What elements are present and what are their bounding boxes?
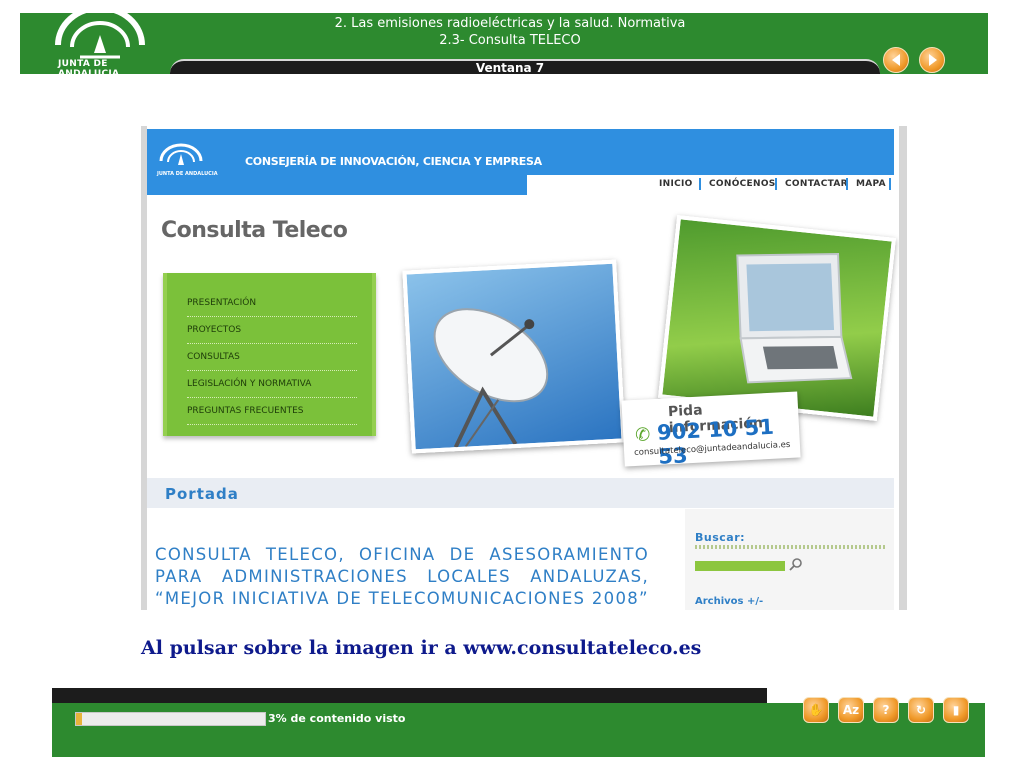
glossary-button[interactable]: Az bbox=[838, 697, 864, 723]
hand-button[interactable]: ✋ bbox=[803, 697, 829, 723]
progress-bar bbox=[75, 712, 266, 726]
window-tab: Ventana 7 bbox=[170, 59, 880, 74]
website-page-title: Consulta Teleco bbox=[161, 218, 348, 243]
website-header: JUNTA DE ANDALUCIA CONSEJERÍA DE INNOVAC… bbox=[147, 129, 894, 197]
help-icon: ? bbox=[882, 703, 890, 717]
section-bar bbox=[147, 478, 894, 508]
search-divider bbox=[695, 545, 885, 549]
exit-door-icon: ▮ bbox=[952, 703, 960, 717]
laptop-icon bbox=[736, 253, 853, 384]
consultateleco-website-image[interactable]: JUNTA DE ANDALUCIA CONSEJERÍA DE INNOVAC… bbox=[141, 126, 907, 610]
help-button[interactable]: ? bbox=[873, 697, 899, 723]
module-title: 2. Las emisiones radioeléctricas y la sa… bbox=[220, 15, 800, 49]
nav-conocenos[interactable]: CONÓCENOS bbox=[709, 179, 776, 189]
website-org-name: CONSEJERÍA DE INNOVACIÓN, CIENCIA Y EMPR… bbox=[245, 155, 542, 168]
module-title-line2: 2.3- Consulta TELECO bbox=[439, 33, 581, 48]
website-sidebar: Buscar: Archivos +/- bbox=[685, 509, 894, 610]
next-button[interactable] bbox=[919, 47, 945, 73]
section-title: Portada bbox=[165, 485, 239, 503]
glossary-az-icon: Az bbox=[842, 703, 860, 717]
arrow-left-icon bbox=[892, 54, 900, 66]
menu-item-consultas[interactable]: CONSULTAS bbox=[187, 344, 357, 371]
satellite-dish-photo bbox=[402, 259, 626, 454]
search-label: Buscar: bbox=[695, 531, 746, 544]
nav-separator bbox=[699, 178, 701, 190]
window-label: Ventana 7 bbox=[475, 61, 545, 74]
archives-label[interactable]: Archivos +/- bbox=[695, 596, 763, 607]
nav-inicio[interactable]: INICIO bbox=[659, 179, 693, 189]
info-card: Pida información ✆ 902 10 51 53 consulta… bbox=[621, 391, 801, 469]
menu-item-preguntas[interactable]: PREGUNTAS FRECUENTES bbox=[187, 398, 357, 425]
search-input[interactable] bbox=[695, 561, 785, 571]
refresh-icon: ↻ bbox=[915, 703, 927, 717]
nav-mapa[interactable]: MAPA bbox=[856, 179, 886, 189]
nav-separator bbox=[846, 178, 848, 190]
website-menu: PRESENTACIÓN PROYECTOS CONSULTAS LEGISLA… bbox=[163, 273, 376, 436]
phone-icon: ✆ bbox=[634, 424, 651, 446]
search-icon[interactable] bbox=[789, 557, 803, 571]
nav-separator bbox=[889, 178, 891, 190]
laptop-on-grass-photo bbox=[657, 215, 897, 421]
arrow-right-icon bbox=[929, 54, 937, 66]
nav-contactar[interactable]: CONTACTAR bbox=[785, 179, 848, 189]
menu-item-legislacion[interactable]: LEGISLACIÓN Y NORMATIVA bbox=[187, 371, 357, 398]
junta-andalucia-logo: JUNTA DE ANDALUCIA bbox=[20, 13, 170, 74]
website-headline: CONSULTA TELECO, OFICINA DE ASESORAMIENT… bbox=[155, 545, 649, 608]
website-page: JUNTA DE ANDALUCIA CONSEJERÍA DE INNOVAC… bbox=[147, 126, 899, 610]
menu-item-presentacion[interactable]: PRESENTACIÓN bbox=[187, 290, 357, 317]
module-title-line1: 2. Las emisiones radioeléctricas y la sa… bbox=[334, 16, 686, 31]
top-header-bar: JUNTA DE ANDALUCIA 2. Las emisiones radi… bbox=[20, 13, 988, 74]
progress-text: 3% de contenido visto bbox=[268, 712, 406, 725]
refresh-button[interactable]: ↻ bbox=[908, 697, 934, 723]
menu-item-proyectos[interactable]: PROYECTOS bbox=[187, 317, 357, 344]
website-logo-text: JUNTA DE ANDALUCIA bbox=[157, 171, 218, 177]
progress-fill bbox=[76, 713, 82, 725]
nav-separator bbox=[775, 178, 777, 190]
image-caption: Al pulsar sobre la imagen ir a www.consu… bbox=[141, 637, 702, 659]
exit-button[interactable]: ▮ bbox=[943, 697, 969, 723]
junta-logo-text: JUNTA DE ANDALUCIA bbox=[58, 59, 120, 74]
satellite-dish-icon bbox=[433, 308, 549, 449]
previous-button[interactable] bbox=[883, 47, 909, 73]
hand-icon: ✋ bbox=[808, 703, 824, 717]
